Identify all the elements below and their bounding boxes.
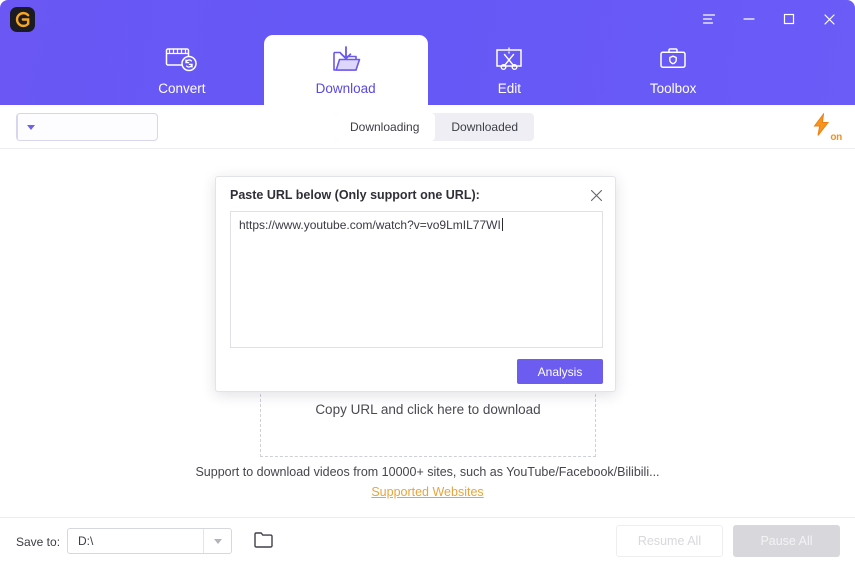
url-input-value: https://www.youtube.com/watch?v=vo9LmIL7… (239, 218, 501, 232)
dropzone-label: Copy URL and click here to download (315, 402, 541, 417)
main-nav-tabs: Convert Download Edit Toolbox (100, 35, 755, 105)
folder-icon (254, 532, 273, 548)
nav-tab-convert-label: Convert (158, 81, 206, 96)
save-to-path-value: D:\ (78, 534, 94, 548)
paste-url-dropdown[interactable] (17, 114, 44, 140)
support-sites-text: Support to download videos from 10000+ s… (195, 465, 660, 479)
title-bar: Convert Download Edit Toolbox (0, 0, 855, 105)
resume-all-button[interactable]: Resume All (616, 525, 723, 557)
scissors-screen-icon (493, 42, 525, 78)
nav-tab-edit[interactable]: Edit (428, 35, 592, 105)
analysis-button[interactable]: Analysis (517, 359, 603, 384)
pause-all-button[interactable]: Pause All (733, 525, 840, 557)
save-to-label: Save to: (16, 535, 61, 549)
chevron-down-icon (213, 538, 222, 544)
save-to-dropdown[interactable] (203, 529, 231, 553)
turbo-boost-toggle[interactable]: on (811, 112, 842, 143)
dialog-close-icon[interactable] (586, 185, 606, 205)
window-controls (689, 4, 849, 34)
turbo-state-label: on (830, 132, 842, 143)
toolbox-icon (658, 42, 688, 78)
tab-downloading[interactable]: Downloading (334, 113, 436, 141)
nav-tab-download-label: Download (315, 81, 376, 96)
save-to-path-field[interactable]: D:\ (67, 528, 232, 554)
chevron-down-icon (27, 124, 35, 130)
app-window: Convert Download Edit Toolbox Downloadin… (0, 0, 855, 568)
nav-tab-toolbox[interactable]: Toolbox (591, 35, 755, 105)
paste-url-button[interactable]: + Paste URL (16, 113, 158, 141)
browse-folder-button[interactable] (254, 531, 274, 548)
paste-url-dialog: Paste URL below (Only support one URL): … (215, 176, 616, 392)
text-cursor (501, 218, 503, 231)
supported-websites-link[interactable]: Supported Websites (0, 485, 855, 499)
url-input[interactable]: https://www.youtube.com/watch?v=vo9LmIL7… (230, 211, 603, 348)
url-input-value-wrap: https://www.youtube.com/watch?v=vo9LmIL7… (239, 218, 503, 232)
close-icon[interactable] (809, 4, 849, 34)
dialog-title: Paste URL below (Only support one URL): (230, 188, 480, 202)
nav-tab-convert[interactable]: Convert (100, 35, 264, 105)
tab-downloaded[interactable]: Downloaded (435, 113, 534, 141)
content-toolbar: + Paste URL Downloading Downloaded on (0, 105, 855, 149)
hamburger-menu-icon[interactable] (689, 4, 729, 34)
minimize-icon[interactable] (729, 4, 769, 34)
folder-download-icon (330, 42, 362, 78)
film-convert-icon (165, 42, 199, 78)
nav-tab-toolbox-label: Toolbox (649, 81, 697, 96)
maximize-icon[interactable] (769, 4, 809, 34)
download-dropzone[interactable]: Copy URL and click here to download (260, 389, 596, 457)
nav-tab-download[interactable]: Download (263, 35, 428, 105)
app-logo-c-icon (10, 7, 35, 32)
download-status-tabs: Downloading Downloaded (334, 113, 535, 141)
nav-tab-edit-label: Edit (497, 81, 521, 96)
